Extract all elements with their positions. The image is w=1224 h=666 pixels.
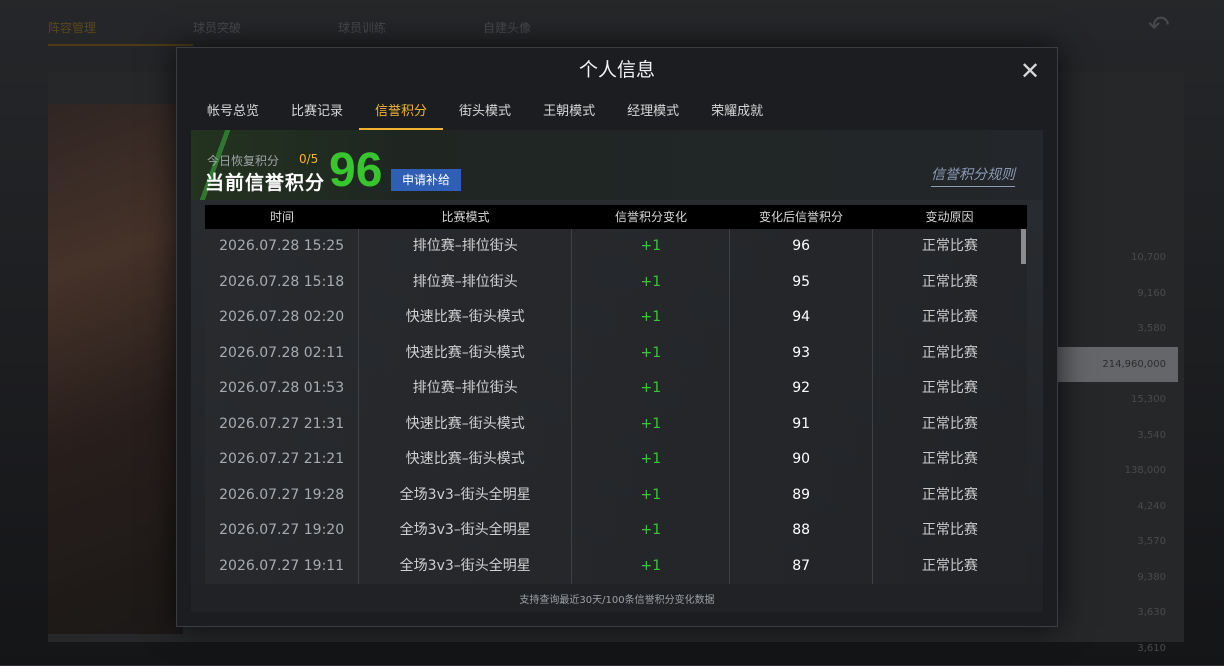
cell-change: +1	[572, 229, 730, 265]
close-icon[interactable]: ✕	[1015, 56, 1045, 86]
tab-2[interactable]: 信誉积分	[359, 100, 443, 130]
cell-reason: 正常比赛	[873, 265, 1027, 301]
tab-5[interactable]: 经理模式	[611, 100, 695, 128]
table-row: 2026.07.27 19:11全场3v3–街头全明星+187正常比赛	[205, 549, 1027, 585]
table-row: 2026.07.27 19:20全场3v3–街头全明星+188正常比赛	[205, 513, 1027, 549]
cell-reason: 正常比赛	[873, 371, 1027, 407]
personal-info-modal: 个人信息 ✕ 帐号总览比赛记录信誉积分街头模式王朝模式经理模式荣耀成就 今日恢复…	[176, 47, 1058, 627]
cell-time: 2026.07.27 21:31	[205, 407, 359, 443]
table-scrollbar[interactable]	[1021, 229, 1026, 264]
cell-reason: 正常比赛	[873, 442, 1027, 478]
cell-after: 91	[730, 407, 872, 443]
cell-mode: 全场3v3–街头全明星	[359, 513, 572, 549]
table-row: 2026.07.28 01:53排位赛–排位街头+192正常比赛	[205, 371, 1027, 407]
cell-after: 87	[730, 549, 872, 585]
table-row: 2026.07.28 02:20快速比赛–街头模式+194正常比赛	[205, 300, 1027, 336]
cell-reason: 正常比赛	[873, 229, 1027, 265]
cell-time: 2026.07.28 02:11	[205, 336, 359, 372]
header-reason: 变动原因	[872, 205, 1027, 229]
table-row: 2026.07.27 21:21快速比赛–街头模式+190正常比赛	[205, 442, 1027, 478]
cell-after: 92	[730, 371, 872, 407]
cell-time: 2026.07.27 19:11	[205, 549, 359, 585]
credit-header: 今日恢复积分 0/5 当前信誉积分 96 申请补给 信誉积分规则	[191, 130, 1043, 200]
tab-0[interactable]: 帐号总览	[191, 100, 275, 128]
cell-change: +1	[572, 513, 730, 549]
tab-6[interactable]: 荣耀成就	[695, 100, 779, 128]
cell-after: 96	[730, 229, 872, 265]
cell-change: +1	[572, 265, 730, 301]
cell-time: 2026.07.27 21:21	[205, 442, 359, 478]
cell-change: +1	[572, 371, 730, 407]
table-body[interactable]: 2026.07.28 15:25排位赛–排位街头+196正常比赛2026.07.…	[205, 229, 1027, 584]
table-row: 2026.07.28 15:18排位赛–排位街头+195正常比赛	[205, 265, 1027, 301]
cell-time: 2026.07.27 19:28	[205, 478, 359, 514]
tab-1[interactable]: 比赛记录	[275, 100, 359, 128]
recover-count: 0/5	[299, 152, 318, 166]
apply-supply-button[interactable]: 申请补给	[391, 169, 461, 191]
cell-mode: 排位赛–排位街头	[359, 371, 572, 407]
table-row: 2026.07.27 21:31快速比赛–街头模式+191正常比赛	[205, 407, 1027, 443]
tab-3[interactable]: 街头模式	[443, 100, 527, 128]
credit-score: 96	[329, 144, 382, 198]
cell-mode: 排位赛–排位街头	[359, 265, 572, 301]
cell-mode: 全场3v3–街头全明星	[359, 549, 572, 585]
cell-mode: 排位赛–排位街头	[359, 229, 572, 265]
cell-after: 90	[730, 442, 872, 478]
cell-time: 2026.07.28 02:20	[205, 300, 359, 336]
credit-history-table: 时间 比赛模式 信誉积分变化 变化后信誉积分 变动原因 2026.07.28 1…	[205, 205, 1027, 584]
tab-bar: 帐号总览比赛记录信誉积分街头模式王朝模式经理模式荣耀成就	[191, 100, 779, 130]
cell-mode: 快速比赛–街头模式	[359, 300, 572, 336]
cell-mode: 快速比赛–街头模式	[359, 336, 572, 372]
cell-reason: 正常比赛	[873, 513, 1027, 549]
cell-change: +1	[572, 300, 730, 336]
recover-label: 今日恢复积分	[207, 152, 279, 169]
cell-after: 93	[730, 336, 872, 372]
table-row: 2026.07.27 19:28全场3v3–街头全明星+189正常比赛	[205, 478, 1027, 514]
header-mode: 比赛模式	[359, 205, 572, 229]
cell-after: 95	[730, 265, 872, 301]
table-row: 2026.07.28 15:25排位赛–排位街头+196正常比赛	[205, 229, 1027, 265]
cell-reason: 正常比赛	[873, 300, 1027, 336]
cell-mode: 全场3v3–街头全明星	[359, 478, 572, 514]
cell-mode: 快速比赛–街头模式	[359, 442, 572, 478]
cell-change: +1	[572, 478, 730, 514]
cell-time: 2026.07.27 19:20	[205, 513, 359, 549]
cell-time: 2026.07.28 15:25	[205, 229, 359, 265]
table-header: 时间 比赛模式 信誉积分变化 变化后信誉积分 变动原因	[205, 205, 1027, 229]
cell-after: 94	[730, 300, 872, 336]
cell-time: 2026.07.28 15:18	[205, 265, 359, 301]
cell-mode: 快速比赛–街头模式	[359, 407, 572, 443]
credit-rules-link[interactable]: 信誉积分规则	[931, 164, 1015, 187]
modal-title: 个人信息	[177, 48, 1057, 92]
cell-reason: 正常比赛	[873, 478, 1027, 514]
cell-time: 2026.07.28 01:53	[205, 371, 359, 407]
cell-after: 89	[730, 478, 872, 514]
cell-reason: 正常比赛	[873, 549, 1027, 585]
current-credit-label: 当前信誉积分	[205, 168, 325, 195]
header-time: 时间	[205, 205, 359, 229]
cell-change: +1	[572, 407, 730, 443]
cell-change: +1	[572, 549, 730, 585]
credit-panel: 今日恢复积分 0/5 当前信誉积分 96 申请补给 信誉积分规则 时间 比赛模式…	[191, 130, 1043, 612]
header-change: 信誉积分变化	[572, 205, 730, 229]
tab-4[interactable]: 王朝模式	[527, 100, 611, 128]
cell-reason: 正常比赛	[873, 336, 1027, 372]
cell-change: +1	[572, 442, 730, 478]
cell-reason: 正常比赛	[873, 407, 1027, 443]
cell-after: 88	[730, 513, 872, 549]
table-row: 2026.07.28 02:11快速比赛–街头模式+193正常比赛	[205, 336, 1027, 372]
header-after: 变化后信誉积分	[730, 205, 872, 229]
cell-change: +1	[572, 336, 730, 372]
footer-note: 支持查询最近30天/100条信誉积分变化数据	[191, 591, 1043, 606]
